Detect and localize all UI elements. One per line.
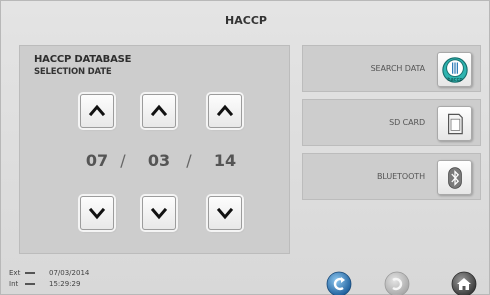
back-button[interactable] (326, 271, 352, 295)
screen: HACCP HACCP DATABASE SELECTION DATE 07 /… (0, 0, 490, 295)
date-separator: / (186, 151, 192, 170)
day-down-button[interactable] (80, 196, 114, 230)
chevron-up-icon (88, 104, 106, 117)
int-label: Int (9, 280, 19, 288)
search-data-button[interactable]: SEARCH DATA haccp (302, 45, 481, 92)
haccp-icon: haccp (437, 52, 472, 87)
chevron-down-icon (88, 207, 106, 220)
chevron-down-icon (150, 207, 168, 220)
int-value: 15:29:29 (49, 280, 81, 288)
sd-card-button[interactable]: SD CARD (302, 99, 481, 146)
year-down-button[interactable] (208, 196, 242, 230)
date-year: 14 (213, 151, 237, 170)
month-up-button[interactable] (142, 94, 176, 128)
back-arrow-icon (326, 271, 352, 295)
panel-title: HACCP DATABASE (34, 54, 132, 65)
ext-label: Ext (9, 269, 21, 277)
day-up-button[interactable] (80, 94, 114, 128)
chevron-down-icon (216, 207, 234, 220)
status-ext: Ext 07/03/2014 (9, 269, 89, 277)
home-icon (451, 271, 477, 295)
home-button[interactable] (451, 271, 477, 295)
chevron-up-icon (150, 104, 168, 117)
month-down-button[interactable] (142, 196, 176, 230)
bluetooth-button[interactable]: BLUETOOTH (302, 153, 481, 200)
bluetooth-icon (437, 160, 472, 195)
bluetooth-label: BLUETOOTH (377, 172, 425, 181)
int-bar (25, 283, 35, 285)
forward-arrow-icon (384, 271, 410, 295)
ext-bar (25, 272, 35, 274)
date-separator: / (120, 151, 126, 170)
chevron-up-icon (216, 104, 234, 117)
panel-subtitle: SELECTION DATE (34, 67, 112, 77)
date-month: 03 (147, 151, 171, 170)
search-data-label: SEARCH DATA (370, 64, 426, 73)
year-up-button[interactable] (208, 94, 242, 128)
ext-value: 07/03/2014 (49, 269, 90, 277)
page-title: HACCP (225, 14, 267, 27)
sd-card-label: SD CARD (389, 118, 425, 127)
date-day: 07 (85, 151, 109, 170)
status-int: Int 15:29:29 (9, 280, 80, 288)
haccp-icon-text: haccp (447, 77, 462, 83)
forward-button[interactable] (384, 271, 410, 295)
sd-card-icon (437, 106, 472, 141)
